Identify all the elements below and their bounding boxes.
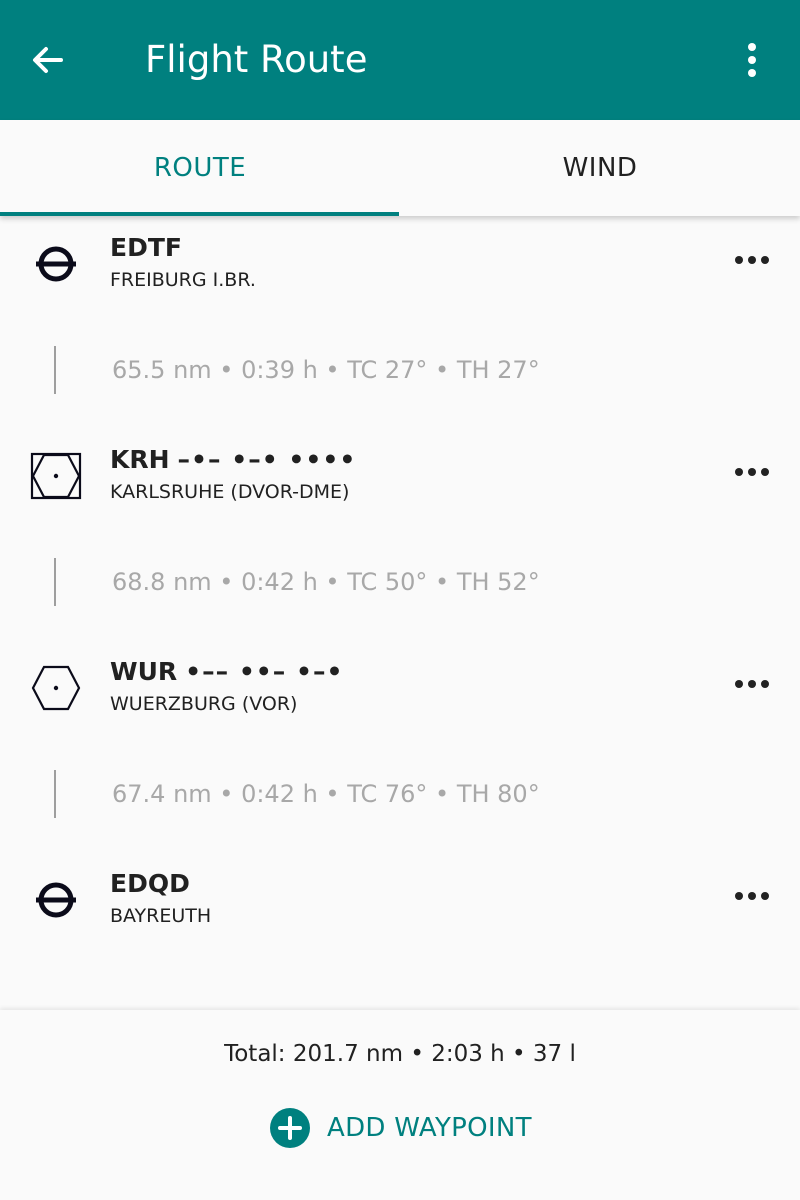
app-bar: Flight Route: [0, 0, 800, 120]
page-title: Flight Route: [145, 38, 368, 81]
waypoint-name: WUERZBURG (VOR): [110, 693, 298, 715]
add-waypoint-button[interactable]: ADD WAYPOINT: [270, 1108, 532, 1148]
route-leg: 67.4 nm • 0:42 h • TC 76° • TH 80°: [0, 770, 800, 818]
waypoint-ident: KRH: [110, 445, 170, 474]
route-leg: 68.8 nm • 0:42 h • TC 50° • TH 52°: [0, 558, 800, 606]
leg-connector-line: [54, 346, 56, 394]
more-horizontal-icon[interactable]: [724, 878, 780, 914]
vor-icon: [24, 656, 88, 720]
waypoint-ident: EDTF: [110, 233, 182, 262]
waypoint-item[interactable]: EDQD BAYREUTH: [0, 868, 800, 948]
leg-connector-line: [54, 558, 56, 606]
arrow-left-icon[interactable]: [28, 40, 68, 80]
leg-info: 67.4 nm • 0:42 h • TC 76° • TH 80°: [112, 780, 540, 808]
morse-code: –•– •–• ••••: [177, 445, 357, 474]
more-horizontal-icon[interactable]: [724, 242, 780, 278]
waypoint-name: KARLSRUHE (DVOR-DME): [110, 481, 350, 503]
airport-icon: [24, 868, 88, 932]
more-vertical-icon[interactable]: [732, 40, 772, 80]
waypoint-ident: WUR: [110, 657, 178, 686]
tab-route[interactable]: ROUTE: [0, 120, 400, 216]
morse-code: •–– ••– •–•: [185, 657, 344, 686]
leg-info: 68.8 nm • 0:42 h • TC 50° • TH 52°: [112, 568, 540, 596]
route-summary-footer: Total: 201.7 nm • 2:03 h • 37 l ADD WAYP…: [0, 1010, 800, 1200]
waypoint-ident: EDQD: [110, 869, 190, 898]
airport-icon: [24, 232, 88, 296]
plus-circle-icon: [270, 1108, 310, 1148]
leg-info: 65.5 nm • 0:39 h • TC 27° • TH 27°: [112, 356, 540, 384]
waypoint-item[interactable]: EDTF FREIBURG I.BR.: [0, 232, 800, 312]
tab-indicator: [0, 212, 399, 216]
route-total: Total: 201.7 nm • 2:03 h • 37 l: [224, 1041, 576, 1067]
more-horizontal-icon[interactable]: [724, 454, 780, 490]
waypoint-name: BAYREUTH: [110, 905, 212, 927]
route-leg: 65.5 nm • 0:39 h • TC 27° • TH 27°: [0, 346, 800, 394]
waypoint-name: FREIBURG I.BR.: [110, 269, 256, 291]
waypoint-item[interactable]: KRH –•– •–• •••• KARLSRUHE (DVOR-DME): [0, 444, 800, 524]
tab-wind[interactable]: WIND: [400, 120, 800, 216]
more-horizontal-icon[interactable]: [724, 666, 780, 702]
tab-bar: ROUTE WIND: [0, 120, 800, 216]
waypoint-item[interactable]: WUR •–– ••– •–• WUERZBURG (VOR): [0, 656, 800, 736]
leg-connector-line: [54, 770, 56, 818]
dvor-dme-icon: [24, 444, 88, 508]
add-waypoint-label: ADD WAYPOINT: [327, 1113, 532, 1143]
